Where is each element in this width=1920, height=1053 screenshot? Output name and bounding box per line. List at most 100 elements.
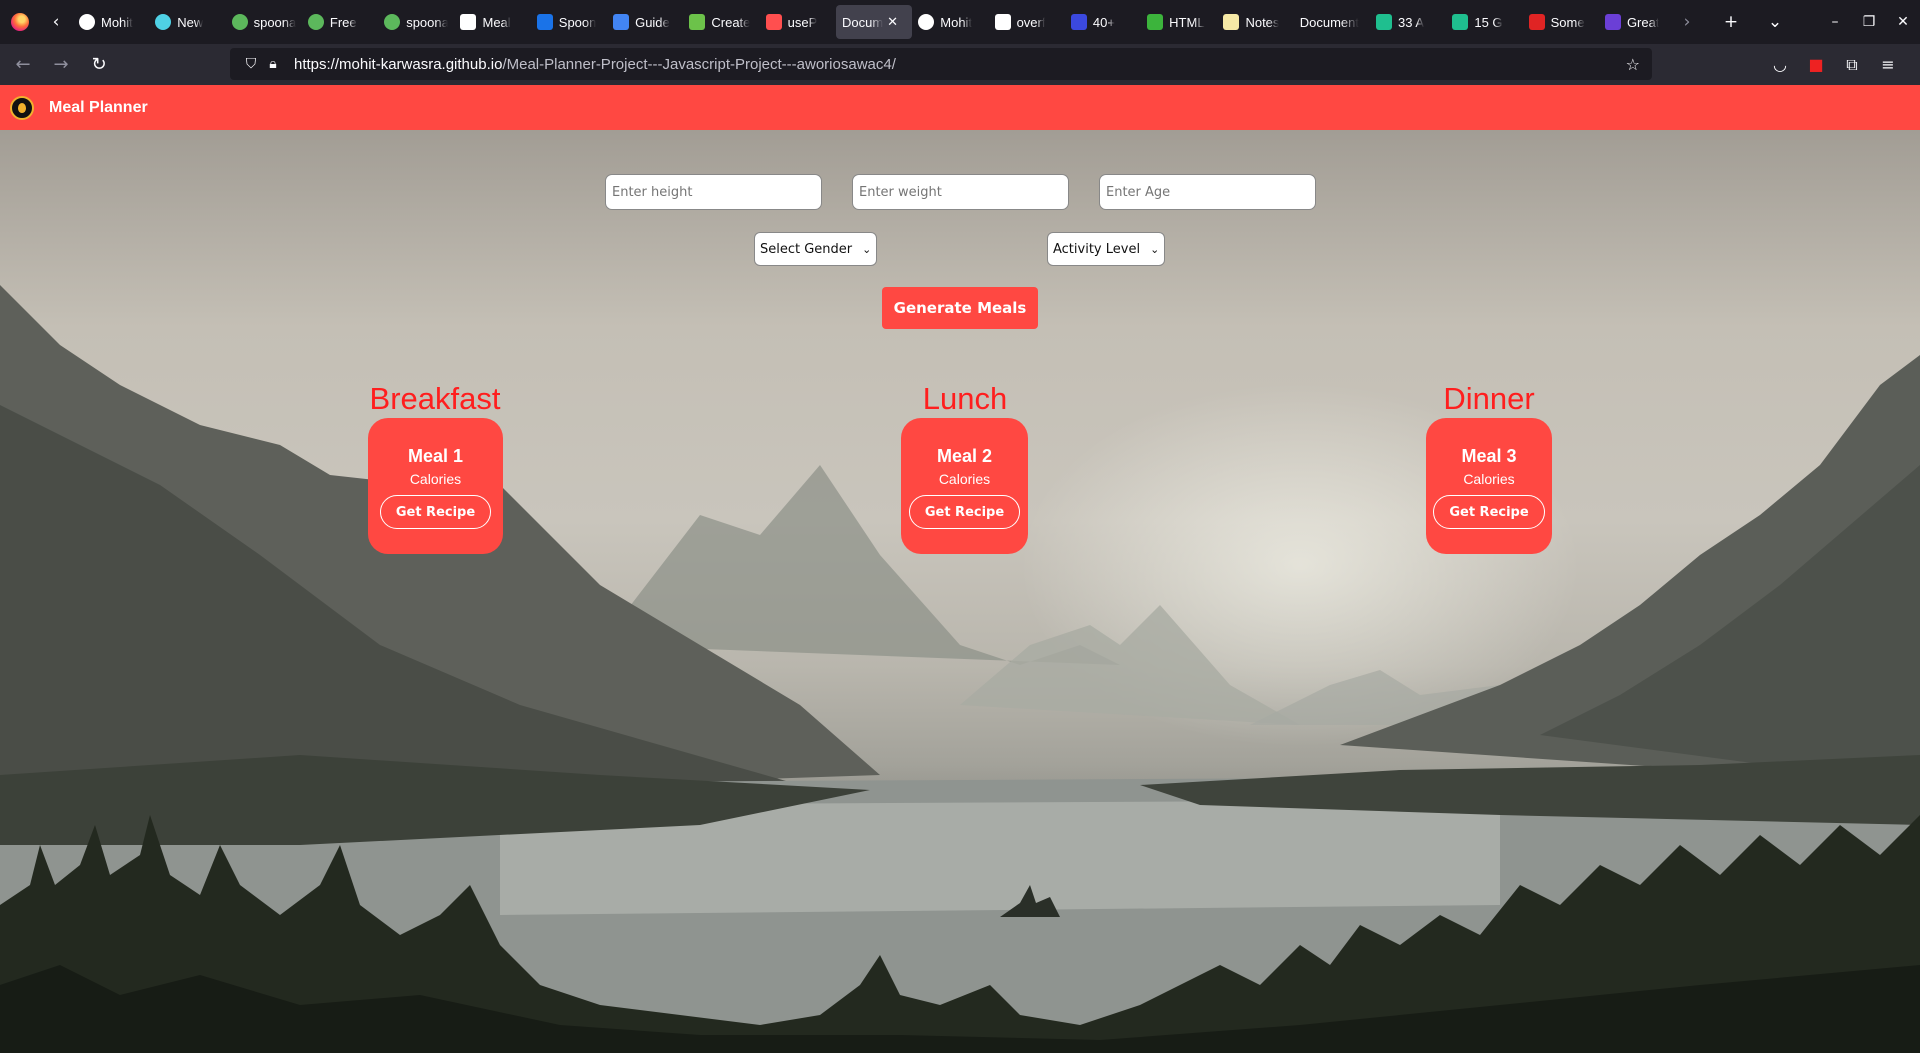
meal-calories: Calories — [1463, 471, 1515, 487]
get-recipe-button[interactable]: Get Recipe — [379, 495, 492, 529]
back-icon[interactable]: ← — [8, 50, 38, 80]
pocket-icon[interactable]: ◡ — [1762, 55, 1798, 74]
restore-icon[interactable]: ❐ — [1852, 14, 1886, 30]
url-text[interactable]: https://mohit-karwasra.github.io/Meal-Pl… — [294, 56, 896, 73]
browser-tab[interactable]: 33 A — [1370, 5, 1446, 39]
dev-icon — [1070, 14, 1087, 30]
browser-tab[interactable]: HTML — [1141, 5, 1217, 39]
tab-title: spoonacular — [406, 14, 449, 30]
tab-title: Some — [1550, 14, 1585, 30]
extension-red-icon[interactable]: ■ — [1798, 55, 1834, 74]
chevron-down-icon: ⌄ — [1150, 242, 1160, 256]
meal-calories: Calories — [938, 471, 991, 487]
gender-select[interactable]: Select Gender ⌄ — [754, 232, 878, 266]
dinner-heading: Dinner — [1443, 381, 1535, 416]
window-controls: – ❐ ✕ — [1818, 0, 1920, 44]
tab-title: spoonacular — [253, 14, 296, 30]
new-tab-icon[interactable]: + — [1720, 11, 1742, 33]
spoonacular-icon — [231, 14, 248, 30]
meal-name: Meal 1 — [407, 446, 464, 466]
tab-title: Notes — [1245, 14, 1280, 30]
lock-icon[interactable]: 🔒︎ — [264, 56, 282, 72]
close-tab-icon[interactable]: ✕ — [887, 15, 898, 30]
activity-level-select[interactable]: Activity Level ⌄ — [1047, 232, 1166, 266]
list-all-tabs-icon[interactable]: ⌄ — [1764, 11, 1786, 33]
menu-icon[interactable]: ≡ — [1870, 55, 1906, 74]
search-logo-icon — [536, 14, 553, 30]
leaf-icon — [689, 14, 706, 30]
reload-icon[interactable]: ↻ — [84, 50, 114, 80]
sheet-icon — [1452, 14, 1469, 30]
generate-meals-button[interactable]: Generate Meals — [882, 287, 1038, 329]
browser-tab[interactable]: Mohit — [912, 5, 988, 39]
browser-tab[interactable]: 15 G — [1446, 5, 1522, 39]
browser-tab[interactable]: useP — [760, 5, 836, 39]
tab-title: Mohit — [101, 14, 133, 30]
nebula-icon — [155, 14, 172, 30]
browser-tab[interactable]: Create — [683, 5, 759, 39]
firefox-logo-icon[interactable] — [11, 13, 29, 31]
scroll-tabs-right-icon[interactable]: › — [1676, 11, 1698, 33]
browser-tab[interactable]: Spoon — [531, 5, 607, 39]
browser-tab[interactable]: Docum ✕ — [835, 5, 912, 39]
note-icon — [1223, 14, 1240, 30]
tab-title: Free — [329, 14, 357, 30]
navigation-bar: ← → ↻ ⛉ 🔒︎ https://mohit-karwasra.github… — [0, 44, 1920, 85]
red-icon — [1528, 14, 1545, 30]
tab-title: overf — [1016, 14, 1046, 30]
meal-name: Meal 2 — [936, 446, 993, 466]
tab-title: HTML — [1169, 14, 1205, 30]
sheet-icon — [1376, 14, 1393, 30]
tab-title: Document — [1299, 14, 1359, 30]
spoonacular-icon — [307, 14, 324, 30]
bookmark-star-icon[interactable]: ☆ — [1626, 55, 1640, 74]
tab-title: 15 G — [1474, 14, 1503, 30]
get-recipe-button[interactable]: Get Recipe — [908, 495, 1021, 529]
browser-tab[interactable]: spoonacular — [378, 5, 454, 39]
browser-tab[interactable]: New — [149, 5, 225, 39]
browser-tab[interactable]: Great — [1599, 5, 1675, 39]
docs-icon — [613, 14, 630, 30]
forward-icon[interactable]: → — [46, 50, 76, 80]
get-recipe-button[interactable]: Get Recipe — [1433, 495, 1545, 529]
meal-card-dinner: Meal 3 Calories Get Recipe — [1426, 418, 1552, 554]
close-window-icon[interactable]: ✕ — [1886, 14, 1920, 30]
weight-input[interactable] — [853, 175, 1068, 209]
browser-tab[interactable]: Mohit — [73, 5, 149, 39]
h-icon — [1147, 14, 1164, 30]
tab-title: Mohit — [940, 14, 973, 30]
age-input[interactable] — [1100, 175, 1315, 209]
meal-name: Meal 3 — [1461, 446, 1517, 466]
meal-card-lunch: Meal 2 Calories Get Recipe — [901, 418, 1028, 554]
browser-tab[interactable]: spoonacular — [226, 5, 302, 39]
browser-tab[interactable]: overf — [989, 5, 1065, 39]
app-title: Meal Planner — [49, 98, 148, 116]
shield-icon[interactable]: ⛉ — [242, 56, 260, 72]
chevron-down-icon: ⌄ — [862, 242, 872, 256]
github-icon — [918, 14, 935, 30]
spoonacular-icon — [384, 14, 401, 30]
tab-title: Great — [1626, 14, 1660, 30]
browser-tab[interactable]: Meal — [454, 5, 530, 39]
medium-icon — [994, 14, 1011, 30]
list-tabs-left-icon[interactable]: ‹ — [45, 11, 67, 33]
browser-tab[interactable]: Guide — [607, 5, 683, 39]
height-input[interactable] — [606, 175, 821, 209]
url-bar[interactable]: ⛉ 🔒︎ https://mohit-karwasra.github.io/Me… — [230, 48, 1652, 80]
browser-tab[interactable]: 40+ — [1065, 5, 1141, 39]
lunch-heading: Lunch — [922, 381, 1008, 416]
minimize-icon[interactable]: – — [1818, 14, 1852, 30]
browser-tab[interactable]: Notes — [1217, 5, 1293, 39]
browser-tab[interactable]: Free — [302, 5, 378, 39]
meal-card-breakfast: Meal 1 Calories Get Recipe — [368, 418, 503, 554]
browser-tab[interactable]: Some — [1523, 5, 1599, 39]
tab-title: Spoon — [558, 14, 597, 30]
gender-select-value: Select Gender — [760, 241, 853, 257]
notion-icon — [460, 14, 477, 30]
tab-title: 33 A — [1398, 14, 1425, 30]
browser-tab[interactable]: Document — [1294, 5, 1370, 39]
extensions-icon[interactable]: ⧉ — [1834, 55, 1870, 75]
page-viewport: Meal Planner Select Gender ⌄ Activity Le… — [0, 85, 1920, 1053]
tab-strip: ‹ Mohit New spoonacular Free spoonacular Meal… — [0, 0, 1920, 44]
app-header: Meal Planner — [0, 85, 1920, 130]
